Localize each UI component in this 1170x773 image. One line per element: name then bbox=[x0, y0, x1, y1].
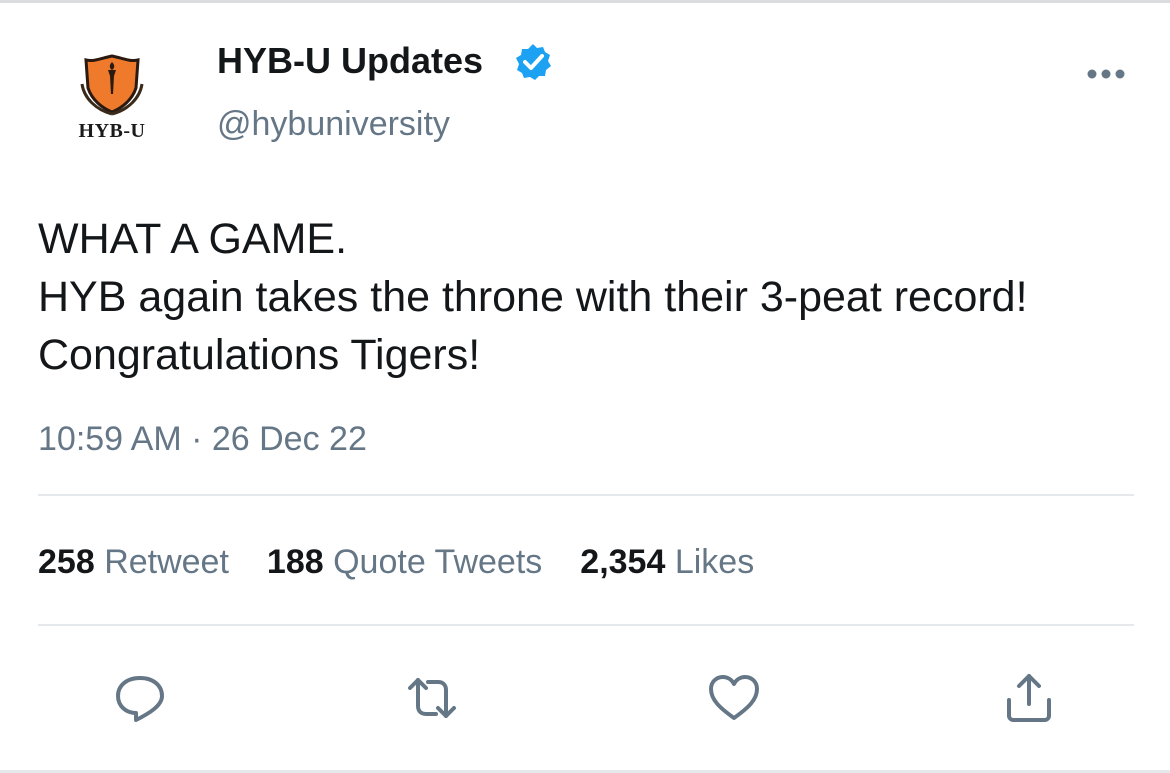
avatar[interactable]: HYB-U bbox=[72, 54, 172, 154]
avatar-caption: HYB-U bbox=[78, 120, 146, 142]
likes-stat[interactable]: 2,354 Likes bbox=[580, 543, 754, 582]
shield-torch-logo-icon bbox=[80, 54, 144, 116]
quote-tweets-label: Quote Tweets bbox=[333, 543, 543, 581]
more-options-icon[interactable] bbox=[1086, 66, 1126, 82]
retweet-button[interactable] bbox=[404, 670, 460, 726]
reply-icon bbox=[116, 676, 164, 722]
tweet-stats: 258 Retweet 188 Quote Tweets 2,354 Likes bbox=[38, 543, 792, 582]
verified-badge-icon bbox=[516, 44, 551, 80]
top-border bbox=[0, 0, 1170, 3]
divider bbox=[38, 624, 1134, 626]
quote-tweets-count: 188 bbox=[266, 543, 324, 581]
reply-button[interactable] bbox=[112, 670, 168, 726]
likes-count: 2,354 bbox=[580, 543, 666, 581]
retweet-stat[interactable]: 258 Retweet bbox=[38, 543, 229, 582]
retweet-label: Retweet bbox=[104, 543, 229, 581]
handle[interactable]: @hybuniversity bbox=[217, 105, 450, 144]
display-name[interactable]: HYB-U Updates bbox=[217, 40, 483, 82]
share-icon bbox=[1007, 674, 1051, 722]
quote-tweets-stat[interactable]: 188 Quote Tweets bbox=[267, 543, 542, 582]
share-button[interactable] bbox=[1001, 670, 1057, 726]
tweet-text: WHAT A GAME. HYB again takes the throne … bbox=[38, 215, 1028, 379]
retweet-count: 258 bbox=[38, 543, 95, 581]
retweet-icon bbox=[408, 678, 456, 718]
timestamp[interactable]: 10:59 AM · 26 Dec 22 bbox=[38, 420, 367, 459]
divider bbox=[38, 494, 1134, 496]
like-icon bbox=[709, 675, 759, 720]
likes-label: Likes bbox=[674, 543, 755, 581]
like-button[interactable] bbox=[706, 670, 762, 726]
